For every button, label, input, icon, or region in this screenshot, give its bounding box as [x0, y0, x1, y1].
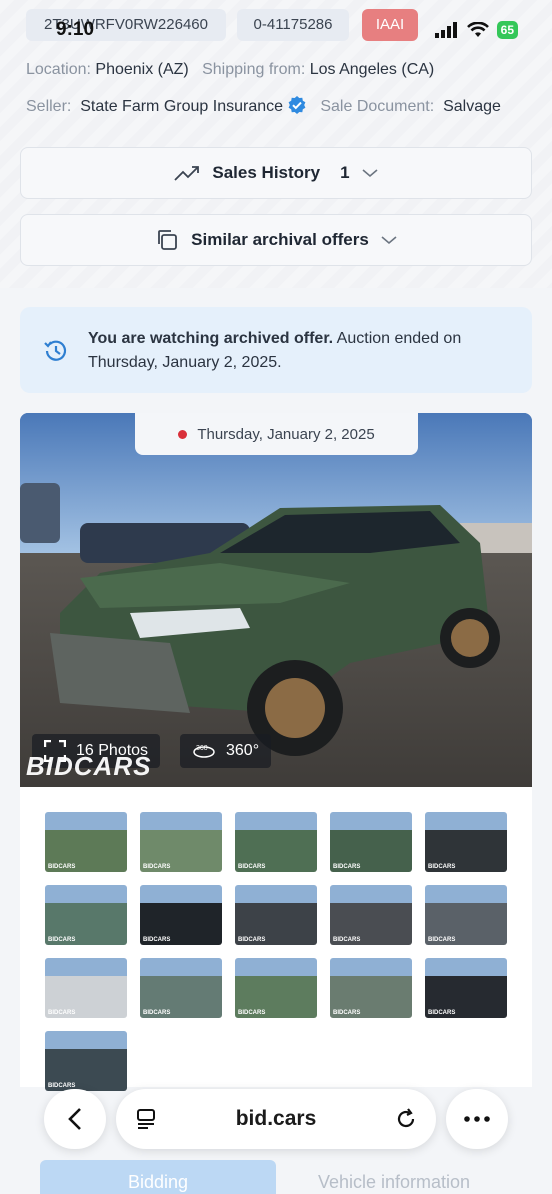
- thumb-odometer[interactable]: BIDCARS: [425, 958, 507, 1018]
- bottom-tabs: Bidding Vehicle information: [0, 1160, 552, 1194]
- auction-badge-text: IAAI: [375, 16, 405, 33]
- wifi-icon: [466, 22, 489, 37]
- tab-bidding[interactable]: Bidding: [40, 1160, 276, 1194]
- location-value: Phoenix (AZ): [95, 61, 189, 78]
- thumb-rear-left[interactable]: BIDCARS: [235, 812, 317, 872]
- trending-up-icon: [174, 166, 200, 181]
- history-icon: [44, 340, 67, 361]
- thumb-interior-door[interactable]: BIDCARS: [425, 812, 507, 872]
- thumb-watermark: BIDCARS: [333, 1010, 361, 1016]
- status-icons: 65: [434, 21, 518, 39]
- location-label: Location:: [26, 61, 91, 78]
- sales-history-toggle[interactable]: Sales History 1: [20, 147, 532, 199]
- thumb-rear[interactable]: BIDCARS: [45, 1031, 127, 1091]
- seller-row: Seller: State Farm Group Insurance Sale …: [26, 95, 501, 116]
- document-label: Sale Document:: [320, 98, 435, 115]
- view-360-label: 360°: [226, 742, 260, 759]
- thumb-watermark: BIDCARS: [428, 864, 456, 870]
- back-button[interactable]: [44, 1089, 106, 1149]
- tab-vehicle-information[interactable]: Vehicle information: [276, 1160, 512, 1194]
- shipping-value: Los Angeles (CA): [309, 61, 435, 78]
- thumb-watermark: BIDCARS: [143, 1010, 171, 1016]
- thumb-watermark: BIDCARS: [238, 1010, 266, 1016]
- lot-text: 0-41175286: [253, 16, 333, 33]
- photo-watermark: BIDCARS: [26, 751, 152, 781]
- cellular-signal-icon: [434, 22, 457, 38]
- chevron-left-icon: [68, 1108, 81, 1130]
- status-time: 9:10: [56, 19, 95, 40]
- thumb-watermark: BIDCARS: [48, 864, 76, 870]
- thumb-watermark: BIDCARS: [48, 1010, 76, 1016]
- thumb-front-right[interactable]: BIDCARS: [140, 812, 222, 872]
- thumb-watermark: BIDCARS: [238, 864, 266, 870]
- seller-label: Seller:: [26, 98, 72, 115]
- similar-offers-label: Similar archival offers: [191, 230, 369, 249]
- auction-date: Thursday, January 2, 2025: [197, 425, 375, 443]
- thumb-engine[interactable]: BIDCARS: [425, 885, 507, 945]
- sales-history-count: 1: [340, 163, 350, 182]
- archived-offer-notice: You are watching archived offer. Auction…: [20, 307, 532, 393]
- thumb-door-label[interactable]: BIDCARS: [330, 885, 412, 945]
- thumb-side-profile[interactable]: BIDCARS: [235, 958, 317, 1018]
- thumb-watermark: BIDCARS: [143, 937, 171, 943]
- sales-history-label: Sales History: [212, 163, 321, 182]
- notice-bold-text: You are watching archived offer.: [88, 330, 334, 347]
- thumb-watermark: BIDCARS: [333, 864, 361, 870]
- notice-text: You are watching archived offer. Auction…: [88, 327, 508, 375]
- thumb-side-right[interactable]: BIDCARS: [330, 958, 412, 1018]
- main-vehicle-photo[interactable]: Thursday, January 2, 2025 16 Photos 360 …: [20, 413, 532, 787]
- thumb-watermark: BIDCARS: [428, 937, 456, 943]
- view-360-button[interactable]: 360 360°: [180, 734, 272, 768]
- thumb-side-left[interactable]: BIDCARS: [45, 885, 127, 945]
- reader-mode-icon[interactable]: [134, 1107, 158, 1131]
- rotate-360-icon: 360: [193, 745, 215, 758]
- seller-value: State Farm Group Insurance: [80, 98, 284, 115]
- status-dot: [178, 429, 188, 439]
- thumb-watermark: BIDCARS: [143, 864, 171, 870]
- auction-date-chip: Thursday, January 2, 2025: [135, 413, 418, 455]
- thumb-watermark: BIDCARS: [238, 937, 266, 943]
- thumb-watermark: BIDCARS: [428, 1010, 456, 1016]
- chevron-down-icon: [381, 236, 397, 245]
- thumb-rear-seats[interactable]: BIDCARS: [235, 885, 317, 945]
- thumb-watermark: BIDCARS: [333, 937, 361, 943]
- thumb-front-damage[interactable]: BIDCARS: [140, 958, 222, 1018]
- reload-icon[interactable]: [394, 1107, 418, 1131]
- thumb-key-fob[interactable]: BIDCARS: [45, 958, 127, 1018]
- copy-icon: [158, 230, 178, 250]
- battery-indicator: 65: [496, 21, 518, 39]
- thumb-dashboard[interactable]: BIDCARS: [140, 885, 222, 945]
- thumb-watermark: BIDCARS: [48, 937, 76, 943]
- lot-chip[interactable]: 0-41175286: [237, 9, 349, 41]
- photo-thumbnail-grid: BIDCARS BIDCARS BIDCARS BIDCARS BIDCARS BIDCA…: [20, 787, 532, 1091]
- more-icon: [464, 1116, 490, 1122]
- shipping-label: Shipping from:: [202, 61, 306, 78]
- more-options-button[interactable]: [446, 1089, 508, 1149]
- document-value: Salvage: [443, 98, 501, 115]
- thumb-rear-right[interactable]: BIDCARS: [330, 812, 412, 872]
- status-bar: 2T3UWRFV0RW226460 0-41175286 IAAI 9:10 6…: [0, 0, 552, 48]
- auction-badge: IAAI: [362, 9, 418, 41]
- url-text: bid.cars: [235, 1107, 317, 1130]
- verified-badge-icon: [288, 96, 306, 114]
- svg-text:360: 360: [196, 745, 208, 752]
- thumb-front-left[interactable]: BIDCARS: [45, 812, 127, 872]
- similar-offers-toggle[interactable]: Similar archival offers: [20, 214, 532, 266]
- location-row: Location: Phoenix (AZ) Shipping from: Lo…: [26, 61, 434, 79]
- chevron-down-icon: [362, 169, 378, 178]
- vehicle-photo: [20, 413, 532, 787]
- address-bar[interactable]: bid.cars: [116, 1089, 436, 1149]
